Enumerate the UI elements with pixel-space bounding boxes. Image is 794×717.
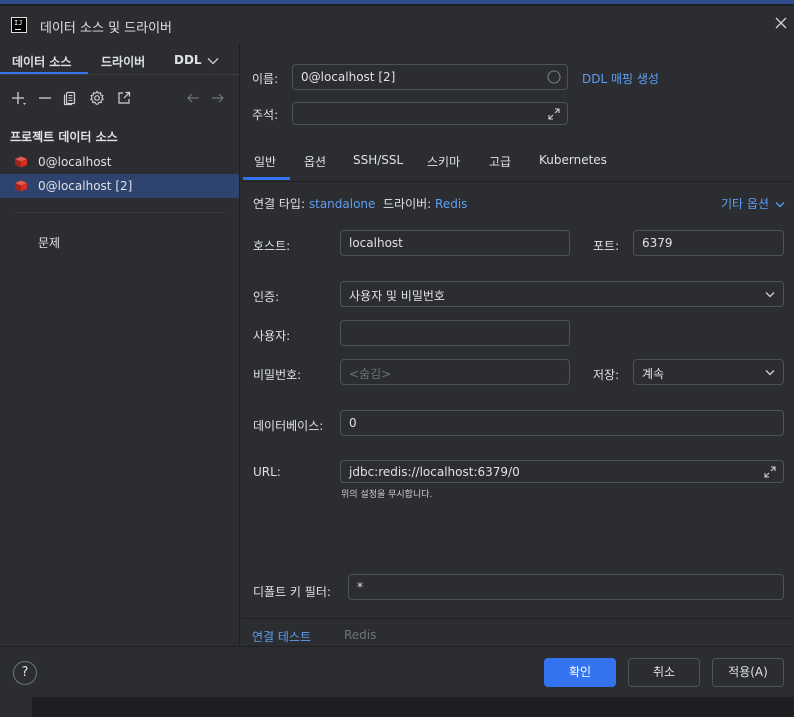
comment-label: 주석: bbox=[252, 108, 279, 122]
cancel-button[interactable]: 취소 bbox=[628, 658, 700, 687]
redis-icon bbox=[15, 180, 27, 192]
data-source-label: 0@localhost bbox=[38, 155, 112, 169]
create-ddl-mapping-link[interactable]: DDL 매핑 생성 bbox=[582, 70, 659, 87]
project-data-sources-header: 프로젝트 데이터 소스 bbox=[10, 130, 118, 144]
test-connection-link[interactable]: 연결 테스트 bbox=[252, 628, 311, 645]
auth-label: 인증: bbox=[253, 290, 280, 304]
forward-arrow-icon[interactable] bbox=[210, 90, 226, 106]
name-label: 이름: bbox=[252, 72, 279, 86]
chevron-down-icon bbox=[775, 202, 785, 208]
url-label: URL: bbox=[253, 465, 281, 479]
data-source-item[interactable]: 0@localhost bbox=[0, 150, 239, 174]
back-arrow-icon[interactable] bbox=[185, 90, 201, 106]
port-label: 포트: bbox=[593, 239, 620, 253]
password-input[interactable]: <숨김> bbox=[340, 359, 570, 385]
tab-ssh-ssl[interactable]: SSH/SSL bbox=[353, 153, 403, 167]
app-logo-icon: IJ bbox=[11, 17, 27, 33]
chevron-down-icon bbox=[765, 370, 775, 376]
default-key-filter-input[interactable]: * bbox=[348, 574, 784, 600]
left-tabs: 데이터 소스 드라이버 DDL bbox=[0, 44, 240, 75]
connection-type-label: 연결 타입: standalone bbox=[253, 197, 376, 211]
tabs-overflow-chevron-icon[interactable] bbox=[207, 57, 219, 65]
expand-icon[interactable] bbox=[547, 107, 561, 121]
ok-button[interactable]: 확인 bbox=[544, 658, 616, 687]
settings-tabs: 일반 옵션 SSH/SSL 스키마 고급 Kubernetes bbox=[241, 142, 794, 180]
url-input[interactable]: jdbc:redis://localhost:6379/0 bbox=[340, 460, 784, 483]
data-sources-dialog: IJ 데이터 소스 및 드라이버 데이터 소스 드라이버 DDL 프로젝트 데이… bbox=[0, 6, 794, 697]
auth-select[interactable]: 사용자 및 비밀번호 bbox=[340, 281, 784, 307]
add-icon[interactable] bbox=[10, 90, 26, 106]
active-tab-indicator bbox=[243, 177, 290, 180]
driver-label: 드라이버: Redis bbox=[383, 197, 468, 211]
host-label: 호스트: bbox=[253, 239, 291, 253]
remove-icon[interactable] bbox=[37, 90, 53, 106]
data-source-item-selected[interactable]: 0@localhost [2] bbox=[0, 174, 239, 198]
redis-icon bbox=[15, 156, 27, 168]
chevron-down-icon bbox=[765, 292, 775, 298]
comment-input[interactable] bbox=[292, 102, 568, 125]
left-panel: 데이터 소스 드라이버 DDL 프로젝트 데이터 소스 0@localhost … bbox=[0, 44, 240, 646]
jump-to-icon[interactable] bbox=[116, 90, 132, 106]
tab-schemas[interactable]: 스키마 bbox=[427, 153, 460, 170]
tab-data-sources[interactable]: 데이터 소스 bbox=[12, 53, 71, 70]
driver-value[interactable]: Redis bbox=[435, 197, 467, 211]
save-select[interactable]: 계속 bbox=[633, 359, 784, 385]
gear-icon[interactable] bbox=[89, 90, 105, 106]
url-hint: 위의 설정을 무시합니다. bbox=[341, 490, 433, 500]
tab-options[interactable]: 옵션 bbox=[304, 153, 326, 170]
color-circle-icon[interactable] bbox=[547, 70, 561, 84]
other-options-dropdown[interactable]: 기타 옵션 bbox=[721, 195, 785, 212]
database-input[interactable]: 0 bbox=[340, 410, 784, 436]
dialog-footer: ? 확인 취소 적용(A) bbox=[0, 646, 794, 697]
user-input[interactable] bbox=[340, 320, 570, 346]
password-label: 비밀번호: bbox=[253, 368, 302, 382]
close-icon[interactable] bbox=[774, 16, 788, 30]
right-panel: 이름: 0@localhost [2] DDL 매핑 생성 주석: 일반 옵션 … bbox=[241, 44, 794, 646]
driver-status-label: Redis bbox=[344, 628, 377, 642]
tab-drivers[interactable]: 드라이버 bbox=[101, 53, 145, 70]
save-label: 저장: bbox=[593, 368, 620, 382]
database-label: 데이터베이스: bbox=[253, 419, 324, 433]
problems-item[interactable]: 문제 bbox=[38, 234, 60, 251]
tab-advanced[interactable]: 고급 bbox=[489, 153, 511, 170]
name-input[interactable]: 0@localhost [2] bbox=[292, 64, 568, 90]
default-key-filter-label: 디폴트 키 필터: bbox=[253, 585, 331, 599]
tab-general[interactable]: 일반 bbox=[254, 153, 276, 170]
tab-kubernetes[interactable]: Kubernetes bbox=[539, 153, 607, 167]
host-input[interactable]: localhost bbox=[340, 230, 570, 256]
connection-type-value[interactable]: standalone bbox=[309, 197, 376, 211]
port-input[interactable]: 6379 bbox=[633, 230, 784, 256]
tab-ddl[interactable]: DDL bbox=[174, 53, 202, 67]
help-button[interactable]: ? bbox=[13, 661, 37, 685]
user-label: 사용자: bbox=[253, 329, 291, 343]
title-bar: IJ 데이터 소스 및 드라이버 bbox=[0, 6, 794, 44]
window-title: 데이터 소스 및 드라이버 bbox=[40, 21, 172, 36]
apply-button[interactable]: 적용(A) bbox=[712, 658, 784, 687]
data-source-label: 0@localhost [2] bbox=[38, 179, 133, 193]
expand-icon[interactable] bbox=[763, 465, 777, 479]
copy-icon[interactable] bbox=[62, 90, 78, 106]
